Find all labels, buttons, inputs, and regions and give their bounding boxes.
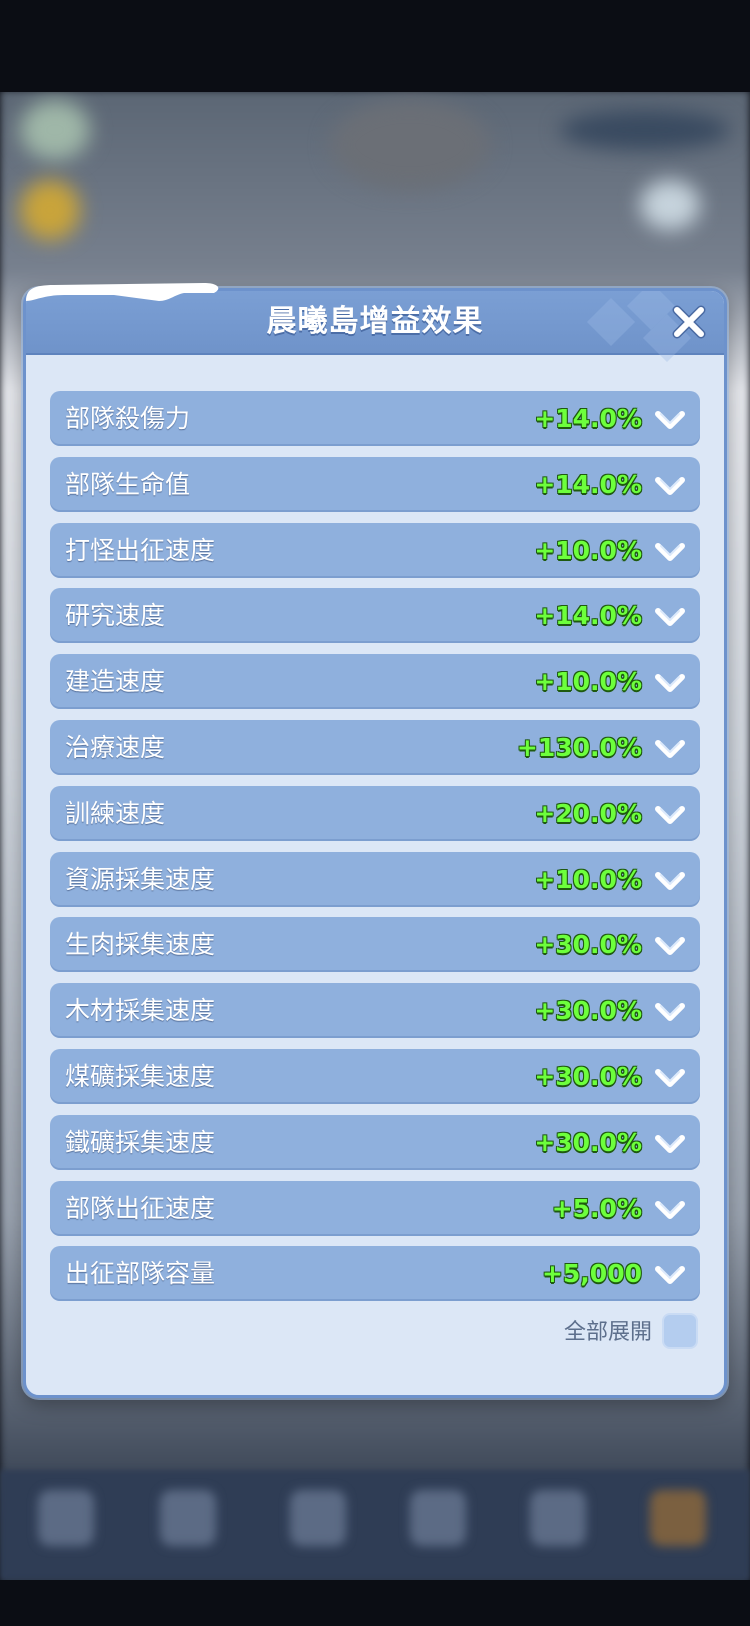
bottom-strip [0, 1580, 750, 1626]
buff-list: 部隊殺傷力 +14.0% 部隊生命值 +14.0% 打怪出征速度 +10.0% … [50, 391, 700, 1312]
expand-all-label: 全部展開 [563, 1320, 652, 1345]
chevron-down-icon[interactable] [653, 799, 687, 829]
chevron-down-icon[interactable] [653, 865, 687, 895]
nav-icon [410, 1490, 466, 1546]
chevron-down-icon[interactable] [653, 470, 687, 500]
buff-value: +30.0% [534, 1061, 642, 1091]
nav-icon [160, 1490, 216, 1546]
buff-label: 打怪出征速度 [65, 535, 216, 565]
buff-value: +14.0% [534, 404, 642, 433]
close-button[interactable] [666, 299, 712, 345]
background-blob [20, 100, 90, 160]
buff-label: 煤礦採集速度 [65, 1061, 216, 1091]
buff-value: +10.0% [534, 864, 642, 894]
buff-row[interactable]: 研究速度 +14.0% [50, 588, 700, 644]
buff-value: +130.0% [516, 732, 642, 762]
buff-label: 木材採集速度 [65, 996, 216, 1026]
buff-row[interactable]: 打怪出征速度 +10.0% [50, 522, 700, 578]
snow-decoration [26, 283, 219, 301]
bottom-nav-bar [0, 1470, 750, 1580]
buff-row[interactable]: 鐵礦採集速度 +30.0% [50, 1114, 700, 1170]
nav-icon [38, 1490, 94, 1546]
buff-label: 建造速度 [65, 667, 166, 697]
buff-value: +10.0% [534, 535, 642, 565]
chevron-down-icon[interactable] [653, 930, 687, 960]
expand-all-checkbox[interactable] [662, 1313, 698, 1349]
nav-icon [290, 1490, 346, 1546]
chevron-down-icon[interactable] [653, 404, 687, 434]
buff-value: +30.0% [534, 996, 642, 1026]
buff-row[interactable]: 出征部隊容量 +5,000 [50, 1246, 700, 1302]
buff-row[interactable]: 部隊殺傷力 +14.0% [50, 391, 700, 446]
buff-label: 訓練速度 [65, 798, 166, 828]
buff-row[interactable]: 煤礦採集速度 +30.0% [50, 1048, 700, 1104]
chevron-down-icon[interactable] [653, 1062, 687, 1092]
buff-label: 生肉採集速度 [65, 930, 216, 960]
buff-label: 部隊殺傷力 [65, 404, 191, 433]
chevron-down-icon[interactable] [653, 733, 687, 763]
buff-row[interactable]: 木材採集速度 +30.0% [50, 983, 700, 1039]
buff-value: +30.0% [534, 1127, 642, 1157]
buff-effects-modal: 晨曦島增益效果 部隊殺傷力 +14.0% 部隊生命值 +14.0% 打怪出征速度 [23, 288, 727, 1398]
buff-value: +14.0% [534, 601, 642, 631]
chevron-down-icon[interactable] [653, 1128, 687, 1158]
buff-row[interactable]: 治療速度 +130.0% [50, 719, 700, 775]
buff-label: 鐵礦採集速度 [65, 1127, 216, 1157]
close-icon [672, 305, 706, 339]
background-blob [330, 100, 490, 190]
background-blob [20, 180, 80, 240]
buff-label: 部隊出征速度 [65, 1193, 216, 1223]
buff-value: +20.0% [534, 798, 642, 828]
nav-icon [650, 1490, 706, 1546]
buff-row[interactable]: 訓練速度 +20.0% [50, 785, 700, 841]
buff-row[interactable]: 部隊出征速度 +5.0% [50, 1180, 700, 1236]
background-blob [640, 180, 700, 230]
buff-value: +10.0% [534, 667, 642, 697]
buff-row[interactable]: 資源採集速度 +10.0% [50, 851, 700, 907]
buff-value: +30.0% [534, 930, 642, 960]
chevron-down-icon[interactable] [653, 1259, 687, 1289]
buff-row[interactable]: 建造速度 +10.0% [50, 654, 700, 710]
top-bar [0, 0, 750, 92]
chevron-down-icon[interactable] [653, 601, 687, 631]
chevron-down-icon[interactable] [653, 667, 687, 697]
buff-value: +5,000 [541, 1259, 642, 1289]
chevron-down-icon[interactable] [653, 996, 687, 1026]
buff-row[interactable]: 部隊生命值 +14.0% [50, 456, 700, 512]
buff-label: 出征部隊容量 [65, 1259, 216, 1289]
buff-label: 治療速度 [65, 732, 166, 762]
buff-label: 資源採集速度 [65, 864, 216, 894]
chevron-down-icon[interactable] [653, 536, 687, 566]
buff-value: +14.0% [534, 469, 642, 499]
background-blob [560, 110, 730, 150]
buff-value: +5.0% [551, 1193, 642, 1223]
buff-label: 研究速度 [65, 601, 166, 631]
chevron-down-icon[interactable] [653, 1194, 687, 1224]
buff-label: 部隊生命值 [65, 469, 191, 499]
buff-row[interactable]: 生肉採集速度 +30.0% [50, 917, 700, 973]
nav-icon [530, 1490, 586, 1546]
